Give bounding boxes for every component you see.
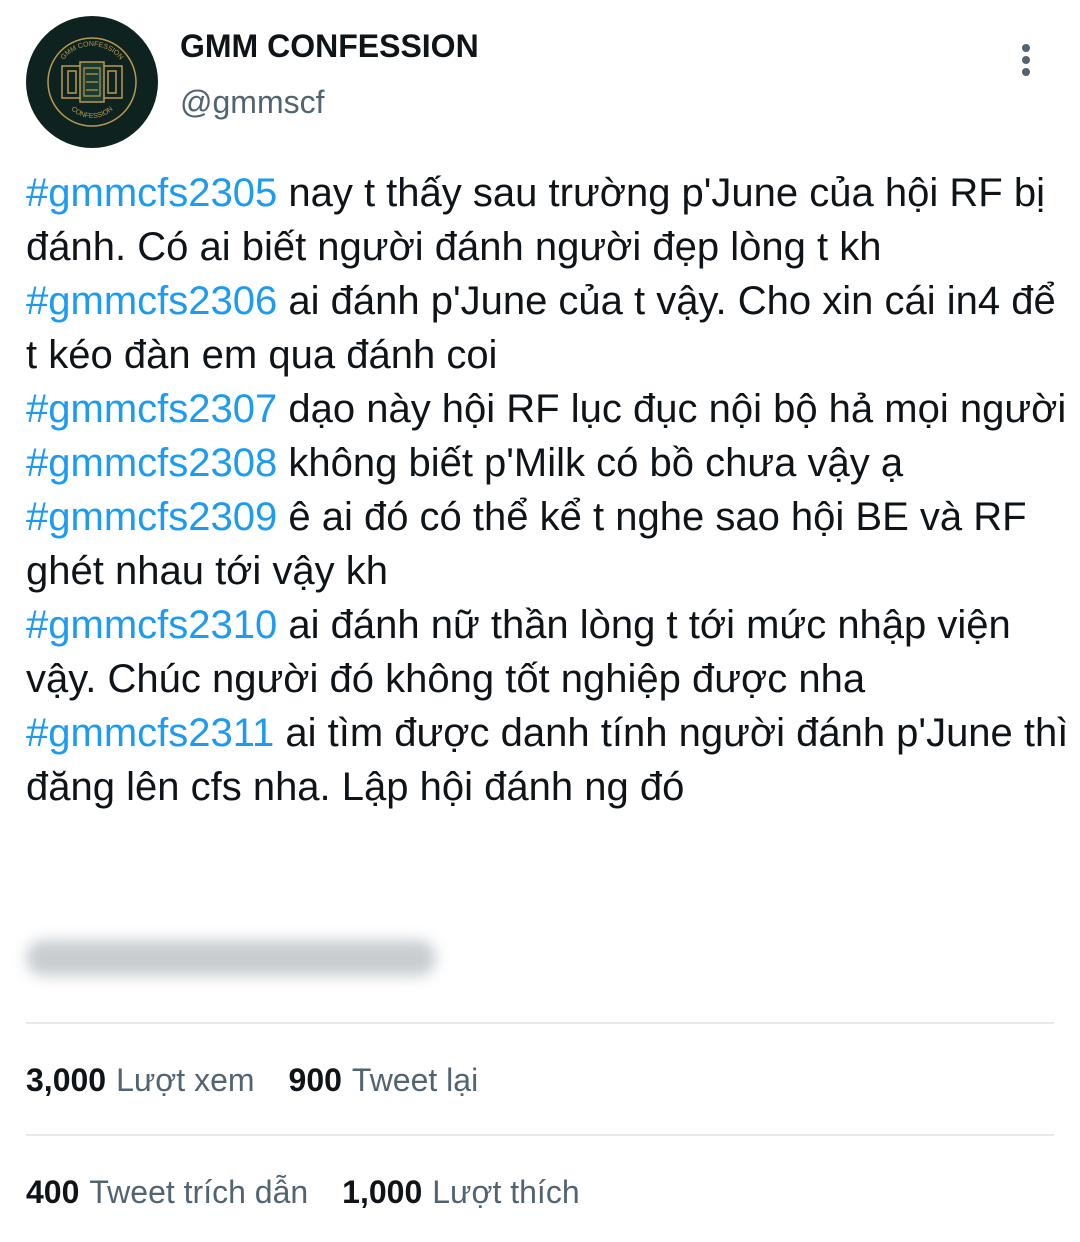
- likes-stat[interactable]: 1,000 Lượt thích: [342, 1174, 579, 1211]
- tweet-line: #gmmcfs2306 ai đánh p'June của t vậy. Ch…: [26, 274, 1076, 382]
- retweets-label: Tweet lại: [351, 1062, 479, 1098]
- views-stat[interactable]: 3,000 Lượt xem: [26, 1062, 255, 1099]
- stats-row-views-retweets: 3,000 Lượt xem 900 Tweet lại: [26, 1062, 512, 1099]
- avatar[interactable]: GMM CONFESSION CONFESSION: [26, 16, 158, 148]
- stats-row-quotes-likes: 400 Tweet trích dẫn 1,000 Lượt thích: [26, 1174, 614, 1211]
- hashtag-link[interactable]: #gmmcfs2311: [26, 711, 274, 755]
- quotes-count: 400: [26, 1174, 80, 1210]
- quotes-label: Tweet trích dẫn: [89, 1174, 309, 1210]
- more-vertical-icon[interactable]: [1010, 40, 1042, 80]
- retweets-stat[interactable]: 900 Tweet lại: [289, 1062, 479, 1099]
- account-handle[interactable]: @gmmscf: [180, 84, 324, 121]
- views-count: 3,000: [26, 1062, 107, 1098]
- tweet-line-text: không biết p'Milk có bồ chưa vậy ạ: [277, 441, 904, 485]
- hashtag-link[interactable]: #gmmcfs2307: [26, 387, 277, 431]
- hashtag-link[interactable]: #gmmcfs2308: [26, 441, 277, 485]
- divider: [26, 1134, 1054, 1136]
- avatar-logo: GMM CONFESSION CONFESSION: [47, 37, 137, 127]
- display-name[interactable]: GMM CONFESSION: [180, 28, 479, 65]
- tweet-line-text: dạo này hội RF lục đục nội bộ hả mọi ngư…: [277, 387, 1067, 431]
- likes-count: 1,000: [342, 1174, 423, 1210]
- hashtag-link[interactable]: #gmmcfs2305: [26, 171, 277, 215]
- retweets-count: 900: [288, 1062, 342, 1098]
- tweet-line: #gmmcfs2305 nay t thấy sau trường p'June…: [26, 166, 1076, 274]
- views-label: Lượt xem: [116, 1062, 255, 1098]
- tweet-text: #gmmcfs2305 nay t thấy sau trường p'June…: [26, 166, 1076, 814]
- tweet-line: #gmmcfs2310 ai đánh nữ thần lòng t tới m…: [26, 598, 1076, 706]
- hashtag-link[interactable]: #gmmcfs2310: [26, 603, 277, 647]
- svg-text:CONFESSION: CONFESSION: [70, 106, 115, 120]
- tweet-line: #gmmcfs2308 không biết p'Milk có bồ chưa…: [26, 436, 1076, 490]
- blurred-timestamp: [26, 940, 436, 976]
- tweet-line: #gmmcfs2311 ai tìm được danh tính người …: [26, 706, 1076, 814]
- tweet-line: #gmmcfs2309 ê ai đó có thể kể t nghe sao…: [26, 490, 1076, 598]
- quotes-stat[interactable]: 400 Tweet trích dẫn: [26, 1174, 308, 1211]
- likes-label: Lượt thích: [432, 1174, 580, 1210]
- divider: [26, 1022, 1054, 1024]
- hashtag-link[interactable]: #gmmcfs2306: [26, 279, 277, 323]
- hashtag-link[interactable]: #gmmcfs2309: [26, 495, 277, 539]
- tweet-line: #gmmcfs2307 dạo này hội RF lục đục nội b…: [26, 382, 1076, 436]
